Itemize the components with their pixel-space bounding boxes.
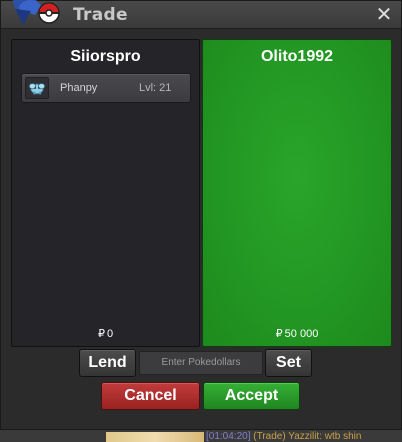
item-name: Phanpy: [60, 82, 98, 94]
set-button[interactable]: Set: [265, 349, 312, 377]
my-offer-panel: Siiorspro Phanpy Lvl: 21 ₽0: [11, 39, 200, 347]
window-title: Trade: [73, 5, 128, 25]
cancel-button[interactable]: Cancel: [101, 382, 200, 410]
my-money-offer: ₽0: [12, 327, 199, 340]
chat-background-image: [106, 432, 204, 442]
partner-money-amount: 50 000: [284, 328, 319, 340]
item-level: Lvl: 21: [139, 82, 172, 94]
partner-player-name: Olito1992: [260, 48, 334, 65]
chat-message: (Trade) Yazzilit: wtb shin: [250, 431, 362, 442]
pokedollars-input[interactable]: Enter Pokedollars: [139, 351, 263, 375]
lend-button[interactable]: Lend: [79, 349, 136, 377]
offered-item-row[interactable]: Phanpy Lvl: 21: [21, 73, 191, 103]
title-bar[interactable]: Trade ✕: [1, 0, 401, 29]
close-icon: ✕: [375, 2, 393, 26]
phanpy-icon: [25, 77, 49, 99]
trade-window: Trade ✕ Siiorspro Phanpy Lvl: 21 ₽ 0 Oli…: [0, 0, 402, 430]
partner-money-offer: ₽50 000: [203, 327, 391, 340]
close-button[interactable]: ✕: [373, 3, 395, 25]
accept-button[interactable]: Accept: [203, 382, 300, 410]
chat-line: [01:04:20] (Trade) Yazzilit: wtb shin: [206, 431, 361, 442]
partner-offer-panel: Olito1992 ₽50 000: [202, 39, 392, 347]
my-player-name: Siiorspro: [70, 48, 141, 65]
my-money-amount: 0: [106, 328, 114, 340]
pokeball-logo-icon: [12, 0, 60, 25]
chat-timestamp: [01:04:20]: [206, 431, 251, 442]
pokedollar-icon: ₽: [275, 327, 283, 340]
pokedollar-icon: ₽: [97, 327, 105, 340]
